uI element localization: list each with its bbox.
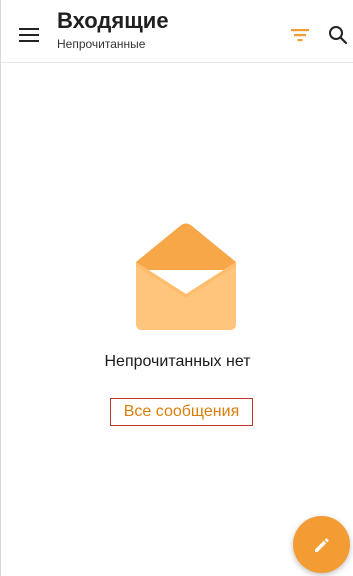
search-button[interactable]: [323, 20, 353, 50]
page-subtitle: Непрочитанные: [57, 37, 146, 51]
filter-button[interactable]: [285, 20, 315, 50]
top-app-bar: Входящие Непрочитанные: [1, 0, 353, 63]
title-group: Входящие Непрочитанные: [57, 9, 267, 57]
inbox-screen: Входящие Непрочитанные Непрочитанных нет…: [0, 0, 353, 576]
compose-button[interactable]: [293, 516, 350, 573]
filter-icon: [291, 29, 309, 42]
open-envelope-icon: [136, 223, 236, 330]
envelope-flap: [136, 223, 236, 270]
all-messages-button[interactable]: Все сообщения: [110, 398, 253, 426]
page-title: Входящие: [57, 8, 169, 33]
search-icon: [329, 26, 348, 45]
menu-button[interactable]: [13, 20, 45, 50]
empty-state-title: Непрочитанных нет: [104, 353, 251, 370]
pencil-icon: [314, 537, 329, 552]
hamburger-menu-icon: [19, 28, 39, 42]
